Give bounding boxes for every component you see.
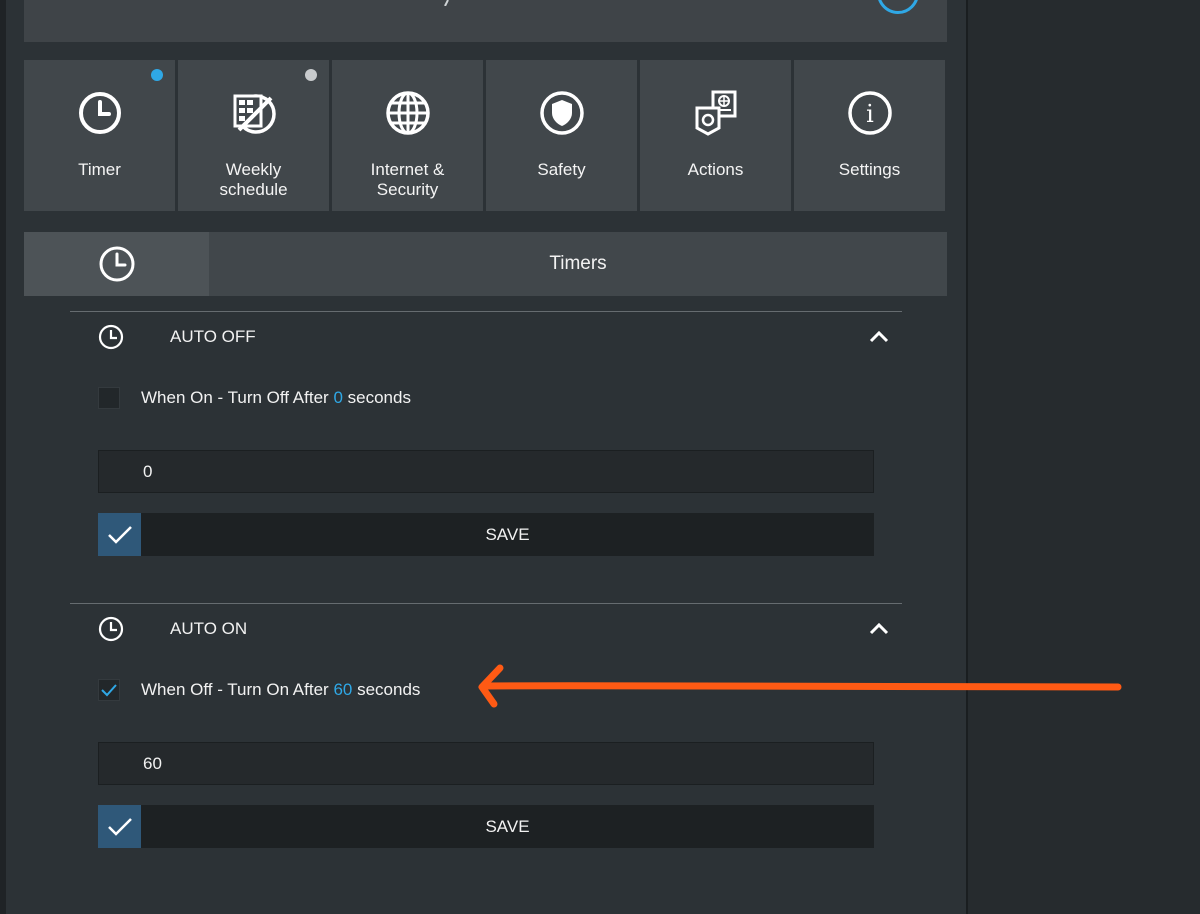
auto-off-checkbox[interactable] [98,387,120,409]
power-toggle-ring[interactable] [877,0,919,14]
globe-icon [385,91,430,135]
tile-internet-security[interactable]: Internet & Security [332,60,483,211]
auto-on-checkbox-label: When Off - Turn On After 60 seconds [141,680,420,700]
feature-tiles: Timer Weekly schedule Internet & Securit… [24,60,947,211]
tile-weekly-schedule-label: Weekly schedule [219,160,287,200]
top-header-bar [24,0,947,42]
auto-off-text-before: When On - Turn Off After [141,388,334,407]
tile-actions-label: Actions [687,160,744,179]
clock-icon [99,246,134,282]
chevron-up-icon[interactable] [868,618,890,640]
auto-on-section: AUTO ON When Off - Turn On After 60 seco… [70,603,902,873]
checkmark-icon [101,684,117,697]
tile-internet-line2: Security [376,180,439,199]
right-empty-area [968,0,1200,914]
actions-icon [695,90,736,136]
tile-settings[interactable]: i Settings [794,60,945,211]
auto-off-checkbox-row: When On - Turn Off After 0 seconds [98,386,411,410]
auto-off-seconds-input[interactable]: 0 [98,450,874,493]
tile-safety-label: Safety [537,160,586,179]
partial-glyph [444,0,449,6]
tab-timers-icon[interactable] [24,232,209,296]
auto-off-text-after: seconds [342,388,411,407]
chevron-up-icon[interactable] [868,326,890,348]
auto-off-header[interactable]: AUTO OFF [70,312,902,360]
auto-off-section: AUTO OFF When On - Turn Off After 0 seco… [70,311,902,581]
auto-on-checkbox-row: When Off - Turn On After 60 seconds [98,678,420,702]
tile-internet-line1: Internet & [370,160,445,179]
check-icon [98,805,141,848]
check-icon [98,513,141,556]
auto-off-title: AUTO OFF [170,327,256,346]
tile-timer-label: Timer [78,160,121,179]
clock-icon [78,92,121,134]
auto-off-checkbox-label: When On - Turn Off After 0 seconds [141,388,411,408]
shield-icon [539,91,584,135]
auto-on-seconds-value: 60 [333,680,353,699]
tab-title: Timers [549,253,607,274]
auto-off-seconds-value: 0 [333,388,343,407]
clock-icon [98,616,124,642]
calendar-disabled-icon [233,94,276,134]
info-icon: i [847,91,892,135]
auto-on-title: AUTO ON [170,619,248,638]
tile-weekly-schedule[interactable]: Weekly schedule [178,60,329,211]
auto-on-seconds-input[interactable]: 60 [98,742,874,785]
status-dot-gray [305,69,317,81]
auto-on-text-before: When Off - Turn On After [141,680,334,699]
auto-off-save-label: SAVE [485,524,530,544]
tile-weekly-line1: Weekly [225,160,282,179]
clock-icon [98,324,124,350]
tile-weekly-line2: schedule [219,180,288,199]
tile-actions[interactable]: Actions [640,60,791,211]
tile-settings-label: Settings [838,160,901,179]
auto-on-save-button[interactable]: SAVE [98,805,874,848]
auto-off-save-button[interactable]: SAVE [98,513,874,556]
auto-on-save-label: SAVE [485,816,530,836]
auto-on-header[interactable]: AUTO ON [70,604,902,652]
auto-on-checkbox[interactable] [98,679,120,701]
svg-text:i: i [866,100,874,128]
auto-on-text-after: seconds [352,680,421,699]
tile-timer[interactable]: Timer [24,60,175,211]
annotation-arrow [478,664,1122,708]
tile-internet-security-label: Internet & Security [371,160,445,200]
timers-tabbar: Timers [24,232,947,296]
tile-safety[interactable]: Safety [486,60,637,211]
status-dot-blue [151,69,163,81]
